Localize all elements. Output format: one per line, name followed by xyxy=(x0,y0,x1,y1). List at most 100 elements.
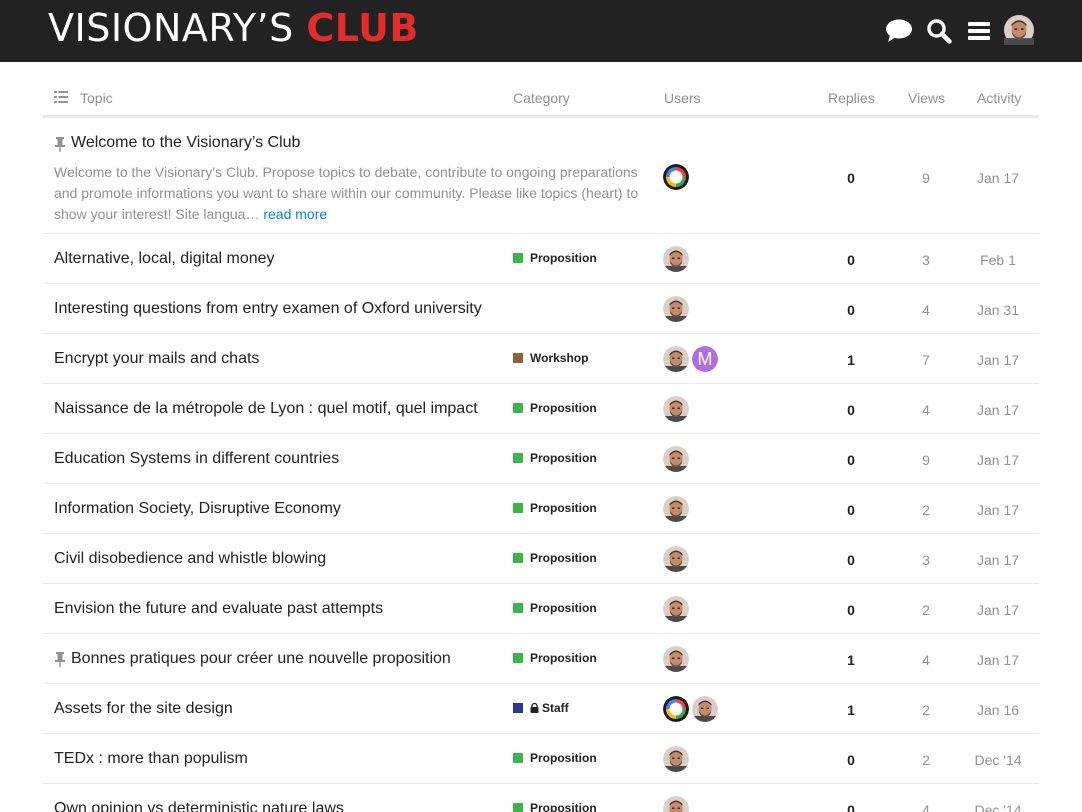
activity-date[interactable]: Jan 17 xyxy=(968,452,1028,468)
topic-users xyxy=(663,746,689,772)
topic-title[interactable]: Civil disobedience and whistle blowing xyxy=(54,550,326,568)
category-badge[interactable]: Proposition xyxy=(513,651,597,665)
activity-date[interactable]: Dec '14 xyxy=(968,802,1028,812)
activity-date[interactable]: Jan 17 xyxy=(968,502,1028,518)
topic-title[interactable]: Welcome to the Visionary’s Club xyxy=(71,134,300,152)
column-users[interactable]: Users xyxy=(664,90,701,106)
replies-count: 0 xyxy=(847,552,855,568)
column-topic[interactable]: Topic xyxy=(80,90,113,106)
site-logo[interactable]: VISIONARY’S CLUB xyxy=(48,6,419,50)
topic-title[interactable]: Envision the future and evaluate past at… xyxy=(54,600,383,618)
activity-date[interactable]: Jan 31 xyxy=(968,302,1028,318)
category-badge[interactable]: Workshop xyxy=(513,351,588,365)
table-row[interactable]: Naissance de la métropole de Lyon : quel… xyxy=(43,384,1039,434)
category-label: Proposition xyxy=(530,601,597,615)
activity-date[interactable]: Jan 17 xyxy=(968,652,1028,668)
topic-title[interactable]: Interesting questions from entry examen … xyxy=(54,300,482,318)
topic-users xyxy=(663,496,689,522)
list-icon xyxy=(54,91,68,103)
topic-title[interactable]: Education Systems in different countries xyxy=(54,450,339,468)
avatar[interactable] xyxy=(663,696,689,722)
avatar[interactable] xyxy=(663,346,689,372)
topic-title[interactable]: Naissance de la métropole de Lyon : quel… xyxy=(54,400,478,418)
column-activity[interactable]: Activity xyxy=(977,90,1021,106)
category-badge[interactable]: Proposition xyxy=(513,251,597,265)
avatar[interactable] xyxy=(663,164,689,190)
topic-title[interactable]: TEDx : more than populism xyxy=(54,750,248,768)
category-badge[interactable]: Proposition xyxy=(513,751,597,765)
table-row[interactable]: Assets for the site design Staff 1 2 Jan… xyxy=(43,684,1039,734)
topic-title[interactable]: Bonnes pratiques pour créer une nouvelle… xyxy=(71,650,451,668)
chat-icon[interactable] xyxy=(884,15,914,47)
table-row[interactable]: Encrypt your mails and chats Workshop M … xyxy=(43,334,1039,384)
activity-date[interactable]: Jan 17 xyxy=(968,352,1028,368)
topic-title[interactable]: Encrypt your mails and chats xyxy=(54,350,259,368)
table-row[interactable]: Welcome to the Visionary’s Club Welcome … xyxy=(43,118,1039,234)
views-count: 7 xyxy=(922,352,930,368)
category-color-swatch xyxy=(513,703,523,713)
topic-users xyxy=(663,646,689,672)
table-row[interactable]: Information Society, Disruptive Economy … xyxy=(43,484,1039,534)
views-count: 4 xyxy=(922,302,930,318)
category-badge[interactable]: Proposition xyxy=(513,601,597,615)
category-color-swatch xyxy=(513,353,523,363)
category-badge[interactable]: Proposition xyxy=(513,801,597,812)
avatar[interactable] xyxy=(663,596,689,622)
category-color-swatch xyxy=(513,753,523,763)
search-icon[interactable] xyxy=(924,15,954,47)
replies-count: 1 xyxy=(847,652,855,668)
category-label: Proposition xyxy=(530,751,597,765)
read-more-link[interactable]: read more xyxy=(263,206,327,222)
activity-date[interactable]: Jan 17 xyxy=(968,170,1028,186)
table-row[interactable]: Education Systems in different countries… xyxy=(43,434,1039,484)
column-views[interactable]: Views xyxy=(908,90,945,106)
activity-date[interactable]: Jan 17 xyxy=(968,602,1028,618)
table-row[interactable]: Envision the future and evaluate past at… xyxy=(43,584,1039,634)
table-row[interactable]: Interesting questions from entry examen … xyxy=(43,284,1039,334)
topic-excerpt: Welcome to the Visionary’s Club. Propose… xyxy=(54,162,644,225)
avatar[interactable] xyxy=(663,396,689,422)
avatar[interactable] xyxy=(663,746,689,772)
table-row[interactable]: Own opinion vs deterministic nature laws… xyxy=(43,784,1039,812)
topic-title[interactable]: Assets for the site design xyxy=(54,700,233,718)
activity-date[interactable]: Dec '14 xyxy=(968,752,1028,768)
views-count: 3 xyxy=(922,252,930,268)
category-badge[interactable]: Proposition xyxy=(513,451,597,465)
category-badge[interactable]: Staff xyxy=(513,701,569,715)
table-row[interactable]: Bonnes pratiques pour créer une nouvelle… xyxy=(43,634,1039,684)
topic-title[interactable]: Own opinion vs deterministic nature laws xyxy=(54,800,344,812)
column-replies[interactable]: Replies xyxy=(828,90,875,106)
table-row[interactable]: Civil disobedience and whistle blowing P… xyxy=(43,534,1039,584)
activity-date[interactable]: Jan 17 xyxy=(968,552,1028,568)
logo-text-red: CLUB xyxy=(306,6,419,50)
table-row[interactable]: Alternative, local, digital money Propos… xyxy=(43,234,1039,284)
column-category[interactable]: Category xyxy=(513,90,570,106)
category-color-swatch xyxy=(513,603,523,613)
hamburger-menu-icon[interactable] xyxy=(964,15,994,47)
site-header: VISIONARY’S CLUB xyxy=(0,0,1082,62)
avatar[interactable] xyxy=(663,796,689,812)
avatar[interactable] xyxy=(692,696,718,722)
avatar[interactable] xyxy=(663,646,689,672)
category-label: Proposition xyxy=(530,551,597,565)
activity-date[interactable]: Feb 1 xyxy=(968,252,1028,268)
avatar[interactable] xyxy=(663,246,689,272)
avatar[interactable] xyxy=(663,546,689,572)
topic-title[interactable]: Alternative, local, digital money xyxy=(54,250,275,268)
views-count: 2 xyxy=(922,702,930,718)
topic-users xyxy=(663,546,689,572)
avatar[interactable] xyxy=(663,446,689,472)
category-badge[interactable]: Proposition xyxy=(513,401,597,415)
user-avatar[interactable] xyxy=(1004,15,1034,45)
topic-title[interactable]: Information Society, Disruptive Economy xyxy=(54,500,341,518)
topic-users xyxy=(663,246,689,272)
category-color-swatch xyxy=(513,803,523,812)
category-badge[interactable]: Proposition xyxy=(513,551,597,565)
avatar-letter[interactable]: M xyxy=(692,346,718,372)
activity-date[interactable]: Jan 16 xyxy=(968,702,1028,718)
table-row[interactable]: TEDx : more than populism Proposition 0 … xyxy=(43,734,1039,784)
category-badge[interactable]: Proposition xyxy=(513,501,597,515)
activity-date[interactable]: Jan 17 xyxy=(968,402,1028,418)
avatar[interactable] xyxy=(663,496,689,522)
avatar[interactable] xyxy=(663,296,689,322)
